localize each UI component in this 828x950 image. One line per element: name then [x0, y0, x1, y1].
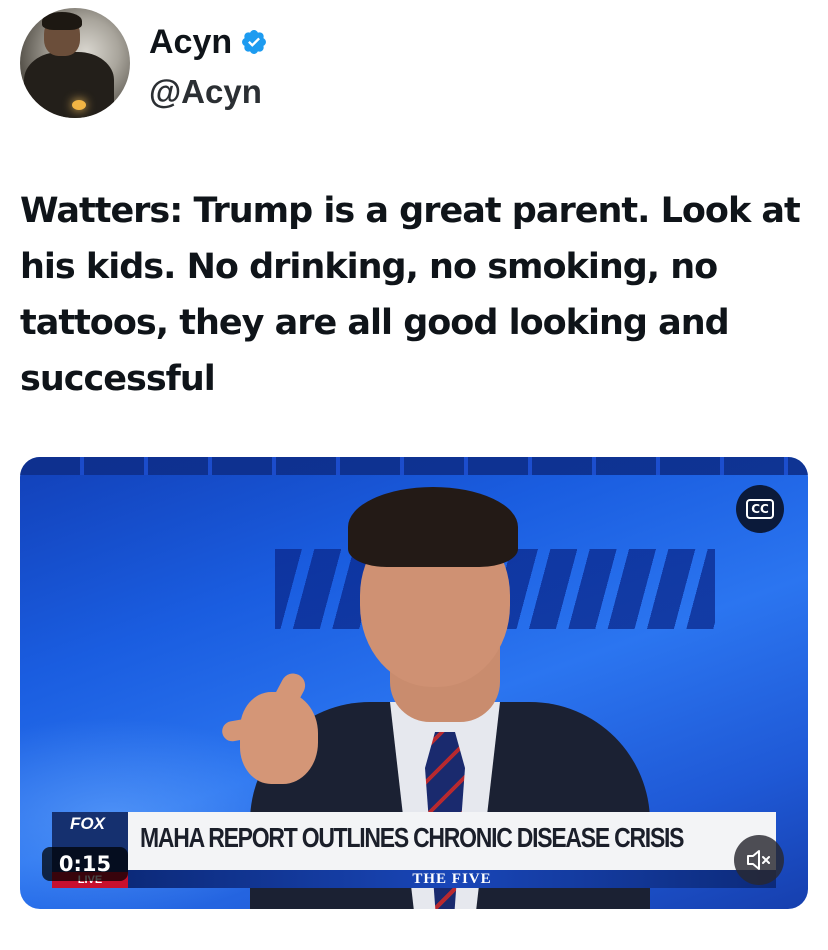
show-name-bar: THE FIVE	[128, 870, 776, 888]
display-name[interactable]: Acyn	[149, 22, 232, 62]
speaker-muted-icon	[747, 850, 770, 870]
mute-button[interactable]	[734, 835, 784, 885]
closed-captions-icon: CC	[746, 499, 774, 519]
avatar[interactable]	[20, 8, 130, 118]
show-name: THE FIVE	[412, 871, 492, 887]
studio-backdrop-stripe	[20, 457, 808, 475]
author-handle[interactable]: @Acyn	[149, 72, 262, 112]
tweet-text: Watters: Trump is a great parent. Look a…	[20, 191, 801, 399]
verified-badge-icon	[242, 30, 267, 54]
chyron-headline: MAHA REPORT OUTLINES CHRONIC DISEASE CRI…	[140, 822, 684, 853]
video-duration-badge: 0:15	[42, 847, 128, 881]
closed-captions-button[interactable]: CC	[736, 485, 784, 533]
author-name-row[interactable]: Acyn	[149, 22, 268, 62]
tweet-header: Acyn @Acyn	[20, 8, 810, 120]
video-player[interactable]: CC FOX LIVE MAHA REPORT OUTLINES CHRONIC…	[20, 457, 808, 909]
news-chyron: MAHA REPORT OUTLINES CHRONIC DISEASE CRI…	[128, 812, 776, 872]
